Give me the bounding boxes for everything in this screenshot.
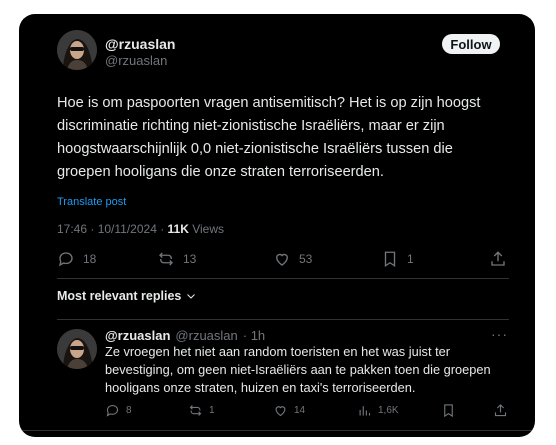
bookmark-button[interactable]: 1: [381, 250, 414, 268]
chevron-down-icon: [187, 294, 196, 299]
repost-icon: [189, 405, 202, 416]
reply-author-name[interactable]: @rzuaslan: [105, 328, 170, 343]
reply-like-button[interactable]: 14: [273, 403, 305, 418]
tweet-meta: 17:46 · 10/11/2024 · 11K Views: [57, 222, 224, 236]
tweet-text: Hoe is om paspoorten vragen antisemitisc…: [57, 95, 481, 180]
repost-button[interactable]: 13: [157, 250, 196, 268]
like-icon: [276, 253, 288, 266]
reply-avatar[interactable]: [57, 329, 97, 369]
reply-share-button[interactable]: [493, 403, 508, 418]
repost-icon: [159, 252, 173, 266]
share-button[interactable]: [489, 250, 507, 268]
like-count: 53: [299, 252, 313, 266]
timestamp[interactable]: 17:46 · 10/11/2024 ·: [57, 222, 168, 236]
reply-text: Ze vroegen het niet aan random toeristen…: [105, 344, 491, 395]
share-icon: [491, 251, 505, 266]
author-display-name[interactable]: @rzuaslan: [105, 36, 175, 52]
follow-button[interactable]: Follow: [442, 34, 500, 54]
reply-author-handle[interactable]: @rzuaslan: [175, 328, 237, 343]
reply-actions: 8 1 14 1,6K: [105, 403, 509, 421]
like-icon: [275, 406, 286, 417]
reply-time[interactable]: · 1h: [243, 328, 265, 343]
reply-reply-button[interactable]: 8: [105, 403, 132, 418]
replies-sort-label: Most relevant replies: [57, 289, 182, 303]
reply-icon: [58, 252, 73, 267]
divider: [19, 430, 535, 431]
reply-repost-count: 1: [209, 405, 215, 416]
reply-views-count: 1,6K: [378, 405, 399, 416]
replies-sort-dropdown[interactable]: Most relevant replies: [57, 289, 197, 303]
views-count: 11K: [167, 222, 189, 236]
reply-button[interactable]: 18: [57, 250, 96, 268]
bookmark-icon: [444, 404, 453, 418]
tweet-actions: 18 13 53 1: [57, 250, 509, 272]
tweet-card: @rzuaslan @rzuaslan Follow Hoe is om pas…: [19, 14, 535, 437]
divider: [57, 278, 509, 279]
reply-repost-button[interactable]: 1: [188, 403, 215, 418]
more-icon[interactable]: ···: [491, 326, 508, 342]
views-label: Views: [188, 222, 225, 236]
like-button[interactable]: 53: [273, 250, 312, 268]
bookmark-count: 1: [407, 252, 414, 266]
avatar[interactable]: [57, 30, 97, 70]
reply-reply-count: 8: [126, 405, 132, 416]
author-handle[interactable]: @rzuaslan: [105, 53, 167, 68]
reply-header: @rzuaslan @rzuaslan · 1h: [105, 328, 265, 343]
bookmark-icon: [384, 251, 396, 268]
reply-bookmark-button[interactable]: [441, 403, 456, 418]
reply-like-count: 14: [294, 405, 306, 416]
reply-icon: [106, 404, 119, 417]
divider: [57, 319, 509, 320]
reply-count: 18: [83, 252, 97, 266]
repost-count: 13: [183, 252, 197, 266]
reply-views-button[interactable]: 1,6K: [357, 403, 399, 418]
translate-post-link[interactable]: Translate post: [57, 196, 126, 208]
share-icon: [494, 404, 507, 417]
views-icon: [359, 406, 371, 416]
